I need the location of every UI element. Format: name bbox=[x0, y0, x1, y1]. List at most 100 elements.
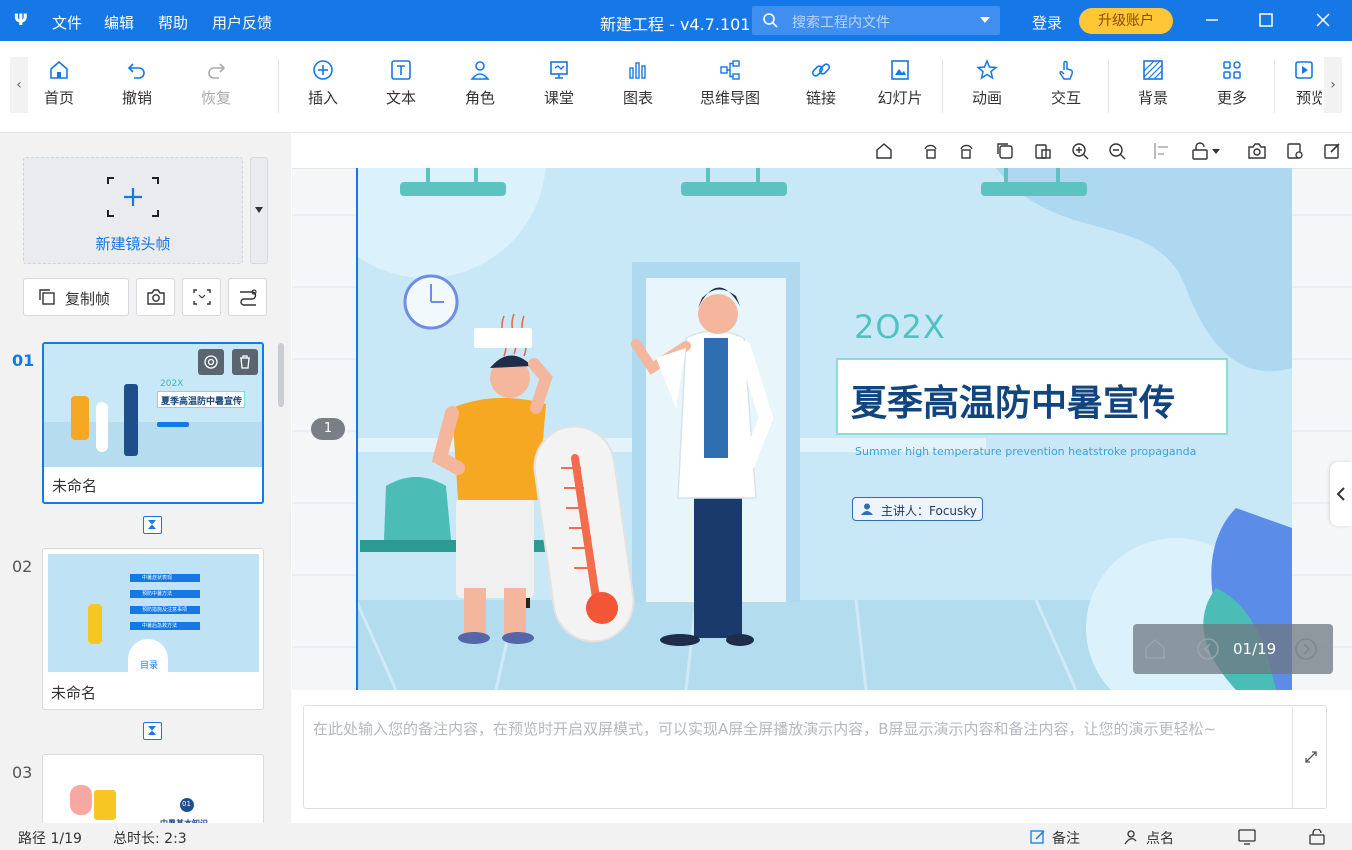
upgrade-button[interactable]: 升级账户 bbox=[1079, 8, 1173, 34]
redo-button[interactable]: 恢复 bbox=[186, 59, 246, 119]
mindmap-icon bbox=[720, 60, 740, 80]
link-button[interactable]: 链接 bbox=[791, 59, 851, 119]
notes-toggle-button[interactable]: 备注 bbox=[1030, 826, 1090, 848]
slide-thumbnail-2[interactable]: 目录 中暑症状表现 预防中暑方法 预防措施及注意事项 中暑后急救方法 未命名 bbox=[42, 548, 264, 710]
path-status: 路径 1/19 bbox=[18, 831, 82, 847]
snapshot-button[interactable] bbox=[136, 278, 175, 316]
lock-icon[interactable] bbox=[1308, 829, 1328, 845]
menu-edit[interactable]: 编辑 bbox=[104, 12, 134, 33]
preview-button[interactable]: 预览 bbox=[1286, 59, 1322, 119]
panel-scrollbar[interactable] bbox=[278, 343, 284, 407]
trash-icon bbox=[240, 355, 250, 369]
notes-expand-button[interactable] bbox=[1292, 706, 1327, 808]
thumb-girl bbox=[88, 604, 102, 644]
transition-button[interactable] bbox=[143, 722, 162, 740]
mindmap-button[interactable]: 思维导图 bbox=[699, 59, 761, 119]
slide-subtitle[interactable]: Summer high temperature prevention heats… bbox=[855, 445, 1196, 458]
speaker-tag[interactable]: 主讲人：Focusky bbox=[852, 497, 983, 521]
slide-pager: 01/19 bbox=[1133, 624, 1333, 674]
expand-icon bbox=[1305, 751, 1317, 763]
monitor-icon[interactable] bbox=[1238, 829, 1256, 845]
eye-icon bbox=[204, 355, 218, 369]
frame-delete-button[interactable] bbox=[232, 349, 258, 375]
menu-help[interactable]: 帮助 bbox=[158, 12, 188, 33]
right-panel-expand[interactable] bbox=[1330, 462, 1352, 526]
slide-year[interactable]: 2O2X bbox=[854, 308, 946, 346]
paste-icon[interactable] bbox=[1033, 141, 1053, 161]
slide-selection-edge bbox=[356, 168, 358, 690]
project-search[interactable]: 搜索工程内文件 bbox=[752, 6, 1000, 35]
copy-icon bbox=[39, 289, 55, 305]
role-label: 角色 bbox=[464, 89, 495, 107]
more-button[interactable]: 更多 bbox=[1202, 59, 1262, 119]
rollcall-button[interactable]: 点名 bbox=[1124, 826, 1184, 848]
thumb-preview: 目录 中暑症状表现 预防中暑方法 预防措施及注意事项 中暑后急救方法 bbox=[48, 554, 259, 672]
undo-button[interactable]: 撤销 bbox=[107, 59, 167, 119]
slide-thumbnail-1[interactable]: 202X 夏季高温防中暑宣传 未命名 bbox=[42, 342, 264, 504]
text-button[interactable]: 文本 bbox=[371, 59, 431, 119]
redo-label: 恢复 bbox=[200, 89, 231, 107]
home-button[interactable]: 首页 bbox=[29, 59, 89, 119]
transition-button[interactable] bbox=[143, 516, 162, 534]
role-button[interactable]: 角色 bbox=[450, 59, 510, 119]
slides-label: 幻灯片 bbox=[877, 89, 923, 107]
next-icon[interactable] bbox=[1294, 637, 1318, 661]
menu-file[interactable]: 文件 bbox=[52, 12, 82, 33]
copy-icon[interactable] bbox=[995, 141, 1015, 161]
slide-thumbnail-3[interactable]: 01 中暑基本知识 bbox=[42, 754, 264, 834]
zoom-out-icon[interactable] bbox=[1107, 141, 1127, 161]
rotate-left-icon[interactable] bbox=[920, 141, 940, 161]
new-frame-dropdown[interactable] bbox=[250, 157, 268, 264]
login-link[interactable]: 登录 bbox=[1032, 12, 1062, 33]
text-label: 文本 bbox=[385, 89, 416, 107]
interact-button[interactable]: 交互 bbox=[1036, 59, 1096, 119]
copy-frame-button[interactable]: 复制帧 bbox=[23, 278, 129, 316]
hourglass-icon bbox=[148, 726, 156, 735]
path-marker[interactable]: 1 bbox=[311, 418, 345, 440]
link-icon bbox=[811, 63, 831, 77]
slide-title-box[interactable]: 夏季高温防中暑宣传 bbox=[836, 358, 1228, 435]
insert-button[interactable]: 插入 bbox=[293, 59, 353, 119]
settings-doc-icon[interactable] bbox=[1285, 141, 1305, 161]
edit-icon[interactable] bbox=[1322, 141, 1342, 161]
thumb-item: 中暑后急救方法 bbox=[130, 622, 200, 630]
thumb-item: 预防中暑方法 bbox=[130, 590, 200, 598]
background-button[interactable]: 背景 bbox=[1123, 59, 1183, 119]
animation-button[interactable]: 动画 bbox=[957, 59, 1017, 119]
chart-button[interactable]: 图表 bbox=[608, 59, 668, 119]
toolbar-scroll-right[interactable]: › bbox=[1324, 57, 1342, 113]
home-icon[interactable] bbox=[874, 141, 894, 161]
class-button[interactable]: 课堂 bbox=[529, 59, 589, 119]
chevron-down-icon[interactable] bbox=[980, 17, 990, 23]
search-input[interactable]: 搜索工程内文件 bbox=[792, 12, 890, 32]
notes-input[interactable]: 在此处输入您的备注内容，在预览时开启双屏模式，可以实现A屏全屏播放演示内容，B屏… bbox=[313, 716, 1288, 742]
zoom-in-icon[interactable] bbox=[1070, 141, 1090, 161]
maximize-icon[interactable] bbox=[1251, 8, 1281, 32]
new-frame-label: 新建镜头帧 bbox=[95, 235, 171, 253]
camera-icon[interactable] bbox=[1247, 141, 1267, 161]
classroom-icon bbox=[550, 61, 568, 79]
main-toolbar: ‹ › 首页 撤销 恢复 插入 文本 角色 课堂 图表 思维导图 链接 幻灯片 … bbox=[0, 41, 1352, 133]
slide-canvas[interactable]: 2O2X 夏季高温防中暑宣传 Summer high temperature p… bbox=[356, 168, 1292, 690]
prev-icon[interactable] bbox=[1196, 637, 1220, 661]
home-icon[interactable] bbox=[1143, 637, 1167, 661]
path-button[interactable] bbox=[228, 278, 267, 316]
slides-button[interactable]: 幻灯片 bbox=[870, 59, 930, 119]
unlock-icon[interactable] bbox=[1190, 141, 1210, 161]
frame-view-button[interactable] bbox=[198, 349, 224, 375]
close-icon[interactable] bbox=[1308, 8, 1338, 32]
play-icon bbox=[1295, 61, 1313, 79]
copy-frame-label: 复制帧 bbox=[65, 290, 111, 308]
link-label: 链接 bbox=[805, 89, 836, 107]
menu-feedback[interactable]: 用户反馈 bbox=[212, 12, 272, 33]
caret-down-icon bbox=[255, 207, 263, 213]
caret-down-icon[interactable] bbox=[1212, 149, 1220, 154]
align-left-icon[interactable] bbox=[1152, 141, 1172, 161]
notes-editor[interactable]: 在此处输入您的备注内容，在预览时开启双屏模式，可以实现A屏全屏播放演示内容，B屏… bbox=[303, 705, 1327, 809]
rotate-right-icon[interactable] bbox=[957, 141, 977, 161]
minimize-icon[interactable] bbox=[1197, 8, 1227, 32]
app-logo: Ψ bbox=[14, 10, 28, 29]
new-frame-button[interactable]: 新建镜头帧 bbox=[23, 157, 243, 264]
toolbar-scroll-left[interactable]: ‹ bbox=[10, 57, 28, 113]
fit-frame-button[interactable] bbox=[182, 278, 221, 316]
